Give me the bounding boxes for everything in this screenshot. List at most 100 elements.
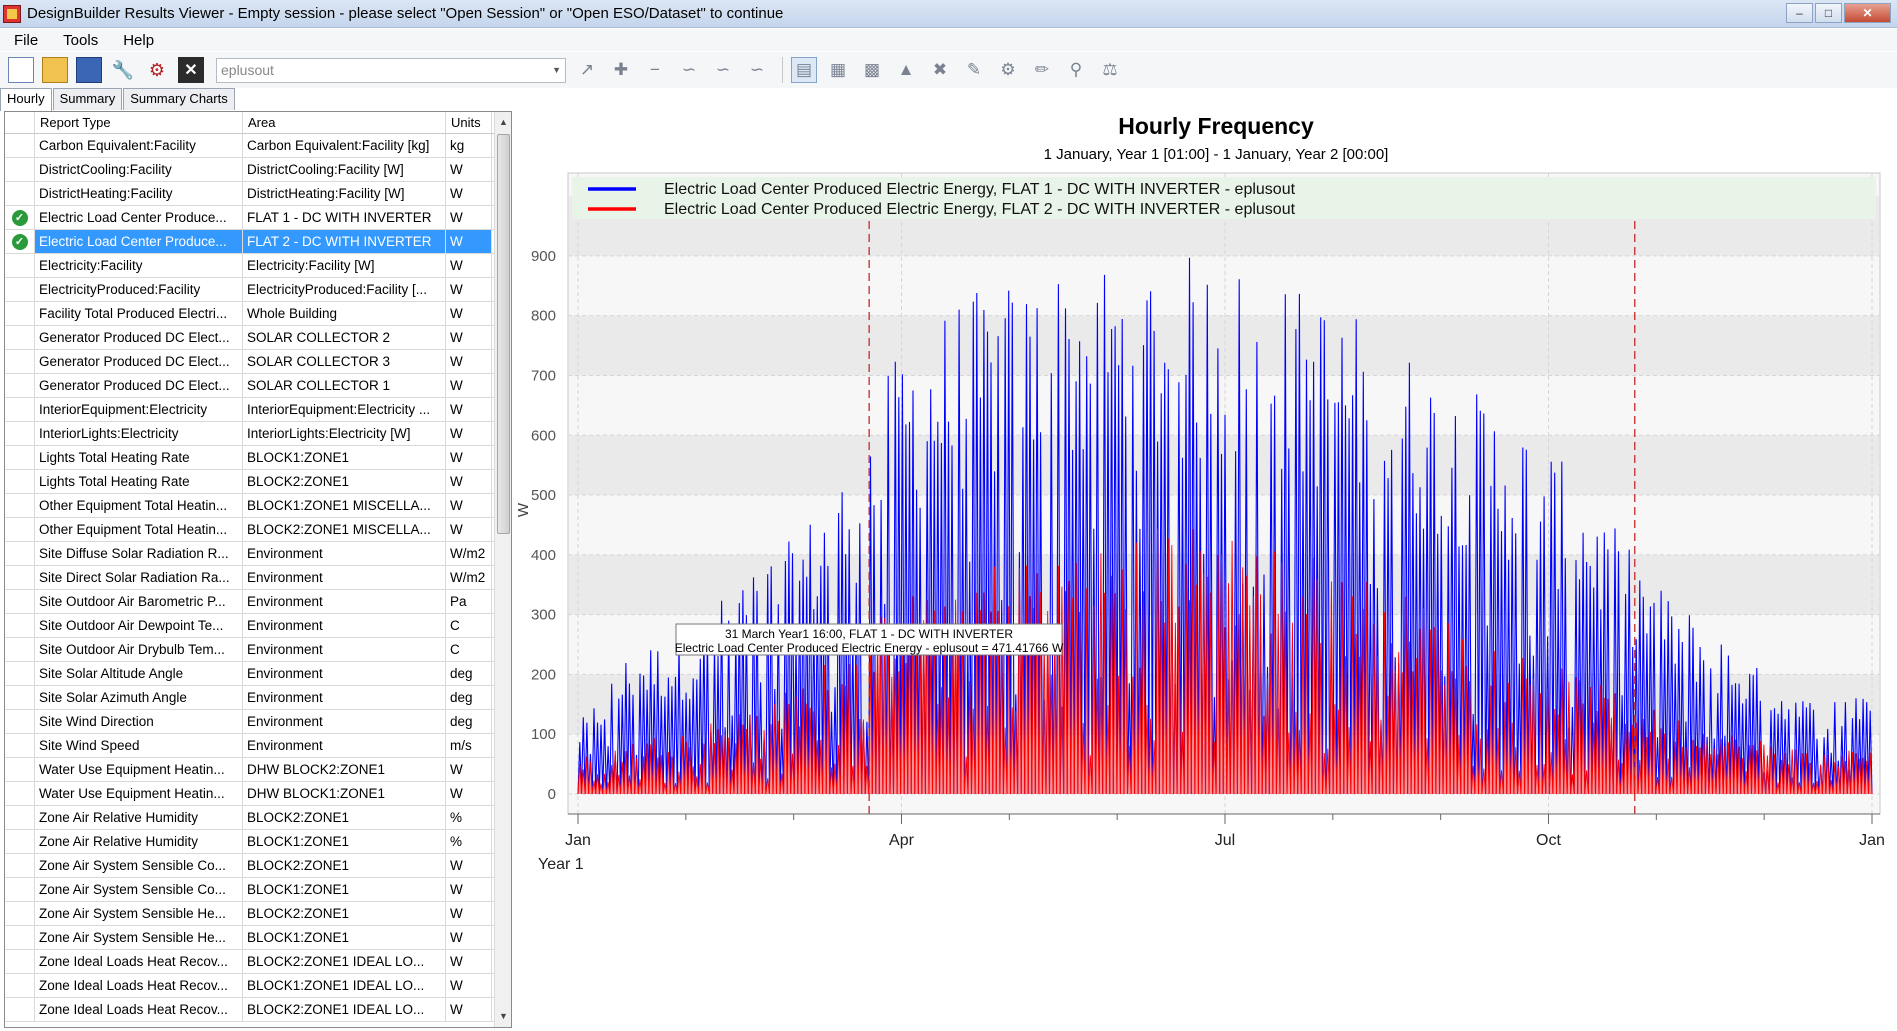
scroll-thumb[interactable] — [497, 134, 510, 534]
row-check-cell[interactable] — [5, 734, 35, 757]
table-row[interactable]: Generator Produced DC Elect... SOLAR COLL… — [5, 350, 511, 374]
scroll-up-icon[interactable]: ▲ — [495, 114, 511, 131]
curve-add-icon[interactable]: ∽ — [676, 57, 702, 83]
table-row[interactable]: Zone Ideal Loads Heat Recov... BLOCK1:ZON… — [5, 974, 511, 998]
table-row[interactable]: Zone Air System Sensible He... BLOCK2:ZON… — [5, 902, 511, 926]
table-row[interactable]: Generator Produced DC Elect... SOLAR COLL… — [5, 374, 511, 398]
new-session-icon[interactable] — [8, 57, 34, 83]
zoom-icon[interactable]: ⚲ — [1063, 57, 1089, 83]
hourly-chart[interactable]: Hourly Frequency 1 January, Year 1 [01:0… — [515, 111, 1897, 1028]
table-row[interactable]: ✓ Electric Load Center Produce... FLAT 1 -… — [5, 206, 511, 230]
table-row[interactable]: Zone Air Relative Humidity BLOCK2:ZONE1% — [5, 806, 511, 830]
row-check-cell[interactable] — [5, 614, 35, 637]
row-check-cell[interactable] — [5, 782, 35, 805]
table-row[interactable]: Water Use Equipment Heatin... DHW BLOCK1:… — [5, 782, 511, 806]
row-check-cell[interactable] — [5, 854, 35, 877]
row-check-cell[interactable] — [5, 758, 35, 781]
table-row[interactable]: Site Solar Azimuth Angle Environment deg — [5, 686, 511, 710]
grid-view-icon[interactable]: ▦ — [825, 57, 851, 83]
row-check-cell[interactable] — [5, 182, 35, 205]
header-report-type[interactable]: Report Type — [35, 112, 243, 133]
row-check-cell[interactable]: ✓ — [5, 230, 35, 253]
close-button[interactable]: ✕ — [1844, 3, 1891, 23]
row-check-cell[interactable] — [5, 326, 35, 349]
row-check-cell[interactable]: ✓ — [5, 206, 35, 229]
table-row[interactable]: InteriorLights:Electricity InteriorLights… — [5, 422, 511, 446]
table-row[interactable]: Other Equipment Total Heatin... BLOCK1:ZO… — [5, 494, 511, 518]
table-row[interactable]: ✓ Electric Load Center Produce... FLAT 2 -… — [5, 230, 511, 254]
minimize-button[interactable]: – — [1786, 3, 1813, 23]
row-check-cell[interactable] — [5, 254, 35, 277]
table-row[interactable]: Lights Total Heating Rate BLOCK2:ZONE1 W — [5, 470, 511, 494]
row-check-cell[interactable] — [5, 494, 35, 517]
row-check-cell[interactable] — [5, 518, 35, 541]
row-check-cell[interactable] — [5, 806, 35, 829]
table-row[interactable]: Site Direct Solar Radiation Ra... Environ… — [5, 566, 511, 590]
table-row[interactable]: Zone Ideal Loads Heat Recov... BLOCK2:ZON… — [5, 998, 511, 1022]
table-row[interactable]: Site Wind Speed Environment m/s — [5, 734, 511, 758]
scroll-down-icon[interactable]: ▼ — [495, 1008, 511, 1025]
table-row[interactable]: Lights Total Heating Rate BLOCK1:ZONE1 W — [5, 446, 511, 470]
chevron-down-icon[interactable]: ▼ — [552, 65, 561, 75]
statistics-icon[interactable]: ⚖ — [1097, 57, 1123, 83]
row-check-cell[interactable] — [5, 878, 35, 901]
table-row[interactable]: Site Outdoor Air Barometric P... Environm… — [5, 590, 511, 614]
table-row[interactable]: Zone Air System Sensible He... BLOCK1:ZON… — [5, 926, 511, 950]
header-units[interactable]: Units — [446, 112, 492, 133]
chart-export-icon[interactable]: ▲ — [893, 57, 919, 83]
curve-compare-icon[interactable]: ∽ — [710, 57, 736, 83]
table-row[interactable]: Generator Produced DC Elect... SOLAR COLL… — [5, 326, 511, 350]
wrench-icon[interactable]: 🔧 — [110, 57, 136, 83]
row-check-cell[interactable] — [5, 422, 35, 445]
table-row[interactable]: Electricity:Facility Electricity:Facility… — [5, 254, 511, 278]
row-check-cell[interactable] — [5, 398, 35, 421]
dataset-combo[interactable]: eplusout ▼ — [216, 57, 566, 83]
row-check-cell[interactable] — [5, 926, 35, 949]
table-row[interactable]: Facility Total Produced Electri... Whole … — [5, 302, 511, 326]
row-check-cell[interactable] — [5, 470, 35, 493]
table-row[interactable]: DistrictCooling:Facility DistrictCooling:… — [5, 158, 511, 182]
table-row[interactable]: Site Solar Altitude Angle Environment deg — [5, 662, 511, 686]
table-row[interactable]: Site Wind Direction Environment deg — [5, 710, 511, 734]
row-check-cell[interactable] — [5, 158, 35, 181]
table-row[interactable]: Carbon Equivalent:Facility Carbon Equival… — [5, 134, 511, 158]
edit-icon[interactable]: ✏ — [1029, 57, 1055, 83]
table-row[interactable]: Site Outdoor Air Drybulb Tem... Environme… — [5, 638, 511, 662]
chart-properties-icon[interactable]: ⚙ — [995, 57, 1021, 83]
row-check-cell[interactable] — [5, 566, 35, 589]
curve-icon[interactable]: ∽ — [744, 57, 770, 83]
open-dataset-icon[interactable]: ⚙ — [144, 57, 170, 83]
row-check-cell[interactable] — [5, 350, 35, 373]
table-row[interactable]: Zone Ideal Loads Heat Recov... BLOCK2:ZON… — [5, 950, 511, 974]
table-row[interactable]: Zone Air System Sensible Co... BLOCK2:ZON… — [5, 854, 511, 878]
table-row[interactable]: Zone Air System Sensible Co... BLOCK1:ZON… — [5, 878, 511, 902]
chart-options-icon[interactable]: ✎ — [961, 57, 987, 83]
table-export-icon[interactable]: ▩ — [859, 57, 885, 83]
chart-delete-icon[interactable]: ✖ — [927, 57, 953, 83]
menu-tools[interactable]: Tools — [49, 32, 109, 49]
row-check-cell[interactable] — [5, 998, 35, 1021]
row-check-cell[interactable] — [5, 830, 35, 853]
series-pointer-icon[interactable]: ↗ — [574, 57, 600, 83]
tab-summary-charts[interactable]: Summary Charts — [123, 88, 235, 110]
row-check-cell[interactable] — [5, 134, 35, 157]
table-row[interactable]: Water Use Equipment Heatin... DHW BLOCK2:… — [5, 758, 511, 782]
table-row[interactable]: Site Outdoor Air Dewpoint Te... Environme… — [5, 614, 511, 638]
row-check-cell[interactable] — [5, 638, 35, 661]
grid-scrollbar[interactable]: ▲ ▼ — [494, 112, 511, 1027]
save-icon[interactable] — [76, 57, 102, 83]
row-check-cell[interactable] — [5, 542, 35, 565]
row-check-cell[interactable] — [5, 974, 35, 997]
row-check-cell[interactable] — [5, 374, 35, 397]
row-check-cell[interactable] — [5, 302, 35, 325]
table-row[interactable]: InteriorEquipment:Electricity InteriorEqu… — [5, 398, 511, 422]
tab-summary[interactable]: Summary — [52, 88, 123, 110]
row-check-cell[interactable] — [5, 710, 35, 733]
menu-file[interactable]: File — [0, 32, 49, 49]
header-area[interactable]: Area — [243, 112, 446, 133]
row-check-cell[interactable] — [5, 902, 35, 925]
table-row[interactable]: Other Equipment Total Heatin... BLOCK2:ZO… — [5, 518, 511, 542]
row-check-cell[interactable] — [5, 590, 35, 613]
table-row[interactable]: Zone Air Relative Humidity BLOCK1:ZONE1% — [5, 830, 511, 854]
table-row[interactable]: DistrictHeating:Facility DistrictHeating:… — [5, 182, 511, 206]
